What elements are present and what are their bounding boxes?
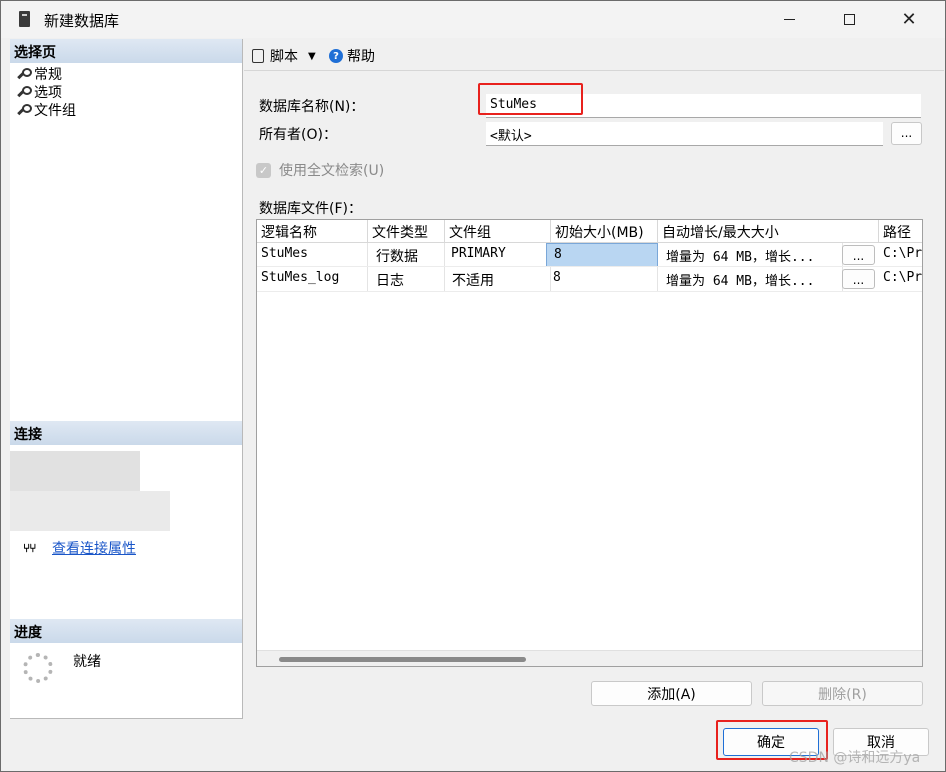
- close-icon: ✕: [901, 9, 917, 30]
- db-name-label: 数据库名称(N)：: [259, 99, 365, 115]
- wrench-icon: [16, 104, 32, 116]
- connection-properties-icon: ⑂⑂: [23, 541, 36, 555]
- column-header-autogrowth[interactable]: 自动增长/最大大小: [658, 220, 879, 243]
- left-pane: 选择页 常规 选项 文件组 连接 ⑂⑂ 查看连接属性 进度 就绪: [10, 39, 243, 719]
- help-button[interactable]: ? 帮助: [329, 46, 375, 66]
- owner-label: 所有者(O)：: [259, 127, 337, 143]
- minimize-icon: [783, 19, 795, 20]
- maximize-button[interactable]: [826, 1, 872, 38]
- page-item-general[interactable]: 常规: [16, 65, 62, 83]
- select-page-header: 选择页: [10, 39, 242, 63]
- window-title: 新建数据库: [44, 12, 120, 30]
- fulltext-checkbox[interactable]: ✓: [256, 162, 271, 178]
- autogrowth-browse-button[interactable]: ...: [842, 269, 875, 289]
- title-bar: 新建数据库 ✕: [1, 1, 945, 38]
- redacted-server-info: [10, 451, 140, 491]
- close-button[interactable]: ✕: [886, 1, 932, 38]
- redacted-user-info: [10, 491, 170, 531]
- cell-autogrowth: 增量为 64 MB，增长...: [658, 267, 843, 291]
- cell-path[interactable]: C:\Pr: [879, 267, 922, 291]
- connection-header: 连接: [10, 421, 242, 445]
- cell-logical-name[interactable]: StuMes_log: [257, 267, 368, 291]
- remove-file-button[interactable]: 删除(R): [762, 681, 923, 706]
- column-header-file-type[interactable]: 文件类型: [368, 220, 445, 243]
- script-icon: [252, 49, 264, 63]
- maximize-icon: [843, 14, 855, 25]
- column-header-path[interactable]: 路径: [879, 220, 922, 243]
- page-item-options[interactable]: 选项: [16, 83, 62, 101]
- progress-status: 就绪: [73, 654, 101, 670]
- grid-header: 逻辑名称 文件类型 文件组 初始大小(MB) 自动增长/最大大小 路径: [257, 220, 922, 243]
- script-label: 脚本: [270, 49, 298, 65]
- new-database-dialog: 新建数据库 ✕ 选择页 常规 选项 文件组 连接 ⑂⑂ 查看连接属性 进度 就绪: [0, 0, 946, 772]
- horizontal-scrollbar[interactable]: [257, 650, 922, 666]
- fulltext-label: 使用全文检索(U): [279, 163, 385, 179]
- scrollbar-thumb[interactable]: [279, 657, 526, 662]
- cell-initial-size[interactable]: 8: [546, 243, 658, 267]
- cell-logical-name[interactable]: StuMes: [257, 243, 368, 267]
- database-app-icon: [19, 11, 30, 27]
- add-file-button[interactable]: 添加(A): [591, 681, 752, 706]
- cell-file-type[interactable]: 日志: [368, 267, 445, 291]
- column-header-filegroup[interactable]: 文件组: [445, 220, 551, 243]
- highlight-db-name: [478, 83, 583, 115]
- column-header-logical-name[interactable]: 逻辑名称: [257, 220, 368, 243]
- page-item-label: 文件组: [34, 103, 76, 119]
- progress-spinner-icon: [23, 653, 53, 683]
- fulltext-checkbox-row: ✓ 使用全文检索(U): [256, 160, 384, 180]
- owner-input[interactable]: <默认>: [486, 122, 883, 146]
- row-divider: [257, 291, 922, 292]
- wrench-icon: [16, 68, 32, 80]
- view-connection-properties-link[interactable]: 查看连接属性: [52, 538, 136, 558]
- database-files-grid: 逻辑名称 文件类型 文件组 初始大小(MB) 自动增长/最大大小 路径 StuM…: [256, 219, 923, 667]
- cell-file-type[interactable]: 行数据: [368, 243, 445, 267]
- db-files-label: 数据库文件(F)：: [259, 201, 362, 217]
- help-label: 帮助: [347, 49, 375, 65]
- cell-initial-size[interactable]: 8: [546, 267, 658, 291]
- cell-path[interactable]: C:\Pr: [879, 243, 922, 267]
- page-item-label: 选项: [34, 85, 62, 101]
- minimize-button[interactable]: [766, 1, 812, 38]
- cell-autogrowth: 增量为 64 MB，增长...: [658, 243, 843, 267]
- page-item-label: 常规: [34, 67, 62, 83]
- wrench-icon: [16, 86, 32, 98]
- toolbar: 脚本 ▼ ? 帮助: [244, 39, 944, 71]
- progress-header: 进度: [10, 619, 242, 643]
- help-icon: ?: [329, 49, 343, 63]
- autogrowth-browse-button[interactable]: ...: [842, 245, 875, 265]
- column-header-initial-size[interactable]: 初始大小(MB): [551, 220, 658, 243]
- cell-filegroup[interactable]: 不适用: [445, 267, 551, 291]
- page-item-filegroups[interactable]: 文件组: [16, 101, 76, 119]
- chevron-down-icon[interactable]: ▼: [308, 51, 316, 62]
- cell-filegroup[interactable]: PRIMARY: [445, 243, 551, 267]
- owner-browse-button[interactable]: ...: [891, 122, 922, 145]
- script-button[interactable]: 脚本 ▼: [252, 46, 316, 66]
- watermark: CSDN @诗和远方ya: [789, 750, 921, 766]
